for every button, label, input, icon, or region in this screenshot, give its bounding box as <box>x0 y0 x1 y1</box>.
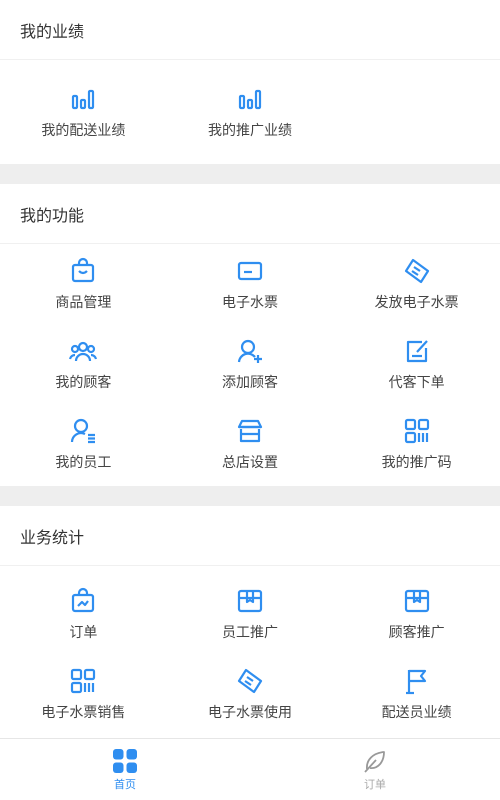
tab-home[interactable]: 首页 <box>0 739 250 800</box>
add-customer-button[interactable]: 添加顾客 <box>167 324 334 404</box>
courier-performance-button[interactable]: 配送员业绩 <box>333 654 500 734</box>
edit-order-icon <box>402 336 432 366</box>
performance-grid: 我的配送业绩 我的推广业绩 <box>0 60 500 164</box>
tab-orders[interactable]: 订单 <box>250 739 500 800</box>
ticket-icon <box>402 256 432 286</box>
statistics-grid: 订单 员工推广 顾客推广 电子水票销售 电子水票使用 配送员业绩 <box>0 566 500 734</box>
product-management-label: 商品管理 <box>55 295 112 311</box>
functions-grid: 商品管理 电子水票 发放电子水票 我的顾客 添加顾客 代客下单 我的员工 总店设… <box>0 244 500 484</box>
place-order-for-customer-label: 代客下单 <box>388 375 445 391</box>
e-ticket-usage-label: 电子水票使用 <box>207 705 292 721</box>
ticket-icon <box>235 666 265 696</box>
customers-icon <box>68 336 98 366</box>
e-ticket-usage-button[interactable]: 电子水票使用 <box>167 654 334 734</box>
box-icon <box>235 586 265 616</box>
leaf-order-icon <box>364 750 385 773</box>
orders-stat-button[interactable]: 订单 <box>0 574 167 654</box>
head-store-settings-label: 总店设置 <box>221 455 278 471</box>
issue-e-ticket-label: 发放电子水票 <box>374 295 459 311</box>
product-management-button[interactable]: 商品管理 <box>0 244 167 324</box>
bar-chart-icon <box>68 84 98 114</box>
e-ticket-sales-button[interactable]: 电子水票销售 <box>0 654 167 734</box>
home-grid-icon <box>113 748 137 773</box>
promotion-performance-button[interactable]: 我的推广业绩 <box>167 60 334 164</box>
tab-home-label: 首页 <box>114 777 136 791</box>
flag-icon <box>402 666 432 696</box>
my-customers-label: 我的顾客 <box>55 375 112 391</box>
section-divider <box>0 164 500 184</box>
e-ticket-sales-label: 电子水票销售 <box>41 705 126 721</box>
head-store-settings-button[interactable]: 总店设置 <box>167 404 334 484</box>
orders-stat-label: 订单 <box>69 625 98 641</box>
box-icon <box>402 586 432 616</box>
add-user-icon <box>235 336 265 366</box>
qr-code-icon <box>402 416 432 446</box>
statistics-section-title: 业务统计 <box>0 506 500 566</box>
bar-chart-icon <box>235 84 265 114</box>
employee-icon <box>68 416 98 446</box>
e-water-ticket-label: 电子水票 <box>221 295 278 311</box>
my-employees-button[interactable]: 我的员工 <box>0 404 167 484</box>
customer-promotion-button[interactable]: 顾客推广 <box>333 574 500 654</box>
place-order-for-customer-button[interactable]: 代客下单 <box>333 324 500 404</box>
qr-code-icon <box>68 666 98 696</box>
add-customer-label: 添加顾客 <box>221 375 278 391</box>
my-promo-code-button[interactable]: 我的推广码 <box>333 404 500 484</box>
my-employees-label: 我的员工 <box>55 455 112 471</box>
functions-section-title: 我的功能 <box>0 184 500 244</box>
my-customers-button[interactable]: 我的顾客 <box>0 324 167 404</box>
bottom-tab-bar: 首页 订单 <box>0 738 500 800</box>
promotion-performance-label: 我的推广业绩 <box>207 123 292 139</box>
section-divider <box>0 486 500 506</box>
employee-promotion-label: 员工推广 <box>221 625 278 641</box>
order-bag-icon <box>68 586 98 616</box>
shopping-bag-icon <box>68 256 98 286</box>
delivery-performance-label: 我的配送业绩 <box>41 123 126 139</box>
my-promo-code-label: 我的推广码 <box>381 455 452 471</box>
card-icon <box>235 256 265 286</box>
courier-performance-label: 配送员业绩 <box>381 705 452 721</box>
customer-promotion-label: 顾客推广 <box>388 625 445 641</box>
performance-section-title: 我的业绩 <box>0 0 500 60</box>
e-water-ticket-button[interactable]: 电子水票 <box>167 244 334 324</box>
issue-e-ticket-button[interactable]: 发放电子水票 <box>333 244 500 324</box>
tab-orders-label: 订单 <box>364 777 386 791</box>
delivery-performance-button[interactable]: 我的配送业绩 <box>0 60 167 164</box>
employee-promotion-button[interactable]: 员工推广 <box>167 574 334 654</box>
main-scroll-area[interactable]: 我的业绩 我的配送业绩 我的推广业绩 我的功能 商品管理 电子水票 发放电子水票… <box>0 0 500 738</box>
store-icon <box>235 416 265 446</box>
